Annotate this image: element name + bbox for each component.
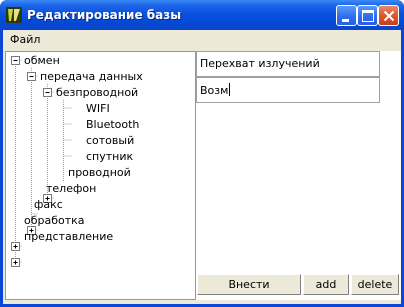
app-window: Редактирование базы Файл обмен передача … (0, 0, 404, 307)
name-field-value: Перехват излучений (200, 57, 320, 70)
tree-node-telefon[interactable]: телефон (46, 182, 96, 195)
menu-file[interactable]: Файл (10, 33, 40, 46)
tree-node-peredacha[interactable]: передача данных (40, 70, 143, 83)
client-area: Файл обмен передача данных безпроводной … (3, 30, 401, 304)
maximize-icon (362, 10, 374, 22)
maximize-button[interactable] (357, 5, 378, 26)
close-button[interactable] (378, 5, 399, 26)
minimize-button[interactable] (336, 5, 357, 26)
tree-node-provodnoy[interactable]: проводной (68, 166, 131, 179)
tree-node-predstavlenie[interactable]: представление (24, 230, 113, 243)
add-button[interactable]: add (303, 274, 349, 295)
tree-node-obrabotka[interactable]: обработка (24, 214, 85, 227)
tree-node-wifi[interactable]: WIFI (86, 102, 110, 115)
title-bar[interactable]: Редактирование базы (0, 0, 404, 30)
window-title: Редактирование базы (27, 8, 182, 22)
value-field[interactable]: Возм (196, 77, 380, 103)
tree-node-bluetooth[interactable]: Bluetooth (86, 118, 139, 131)
editor-pane: Перехват излучений Возм (196, 51, 401, 300)
text-caret (229, 83, 231, 96)
minimize-icon (342, 19, 349, 22)
value-field-value: Возм (200, 84, 229, 97)
menu-bar: Файл (3, 30, 401, 49)
tree-node-obmen[interactable]: обмен (24, 54, 60, 67)
app-logo-icon (6, 7, 22, 23)
delete-button[interactable]: delete (351, 274, 399, 295)
tree-node-sputnik[interactable]: спутник (86, 150, 133, 163)
vnesti-button[interactable]: Внести (197, 274, 301, 295)
tree-node-sotovy[interactable]: сотовый (86, 134, 134, 147)
close-icon (383, 10, 395, 22)
tree-node-faks[interactable]: факс (34, 198, 63, 211)
tree-view[interactable]: обмен передача данных безпроводной WIFI … (5, 51, 196, 300)
name-field[interactable]: Перехват излучений (196, 51, 380, 77)
tree-node-bezprovodnoy[interactable]: безпроводной (56, 86, 138, 99)
